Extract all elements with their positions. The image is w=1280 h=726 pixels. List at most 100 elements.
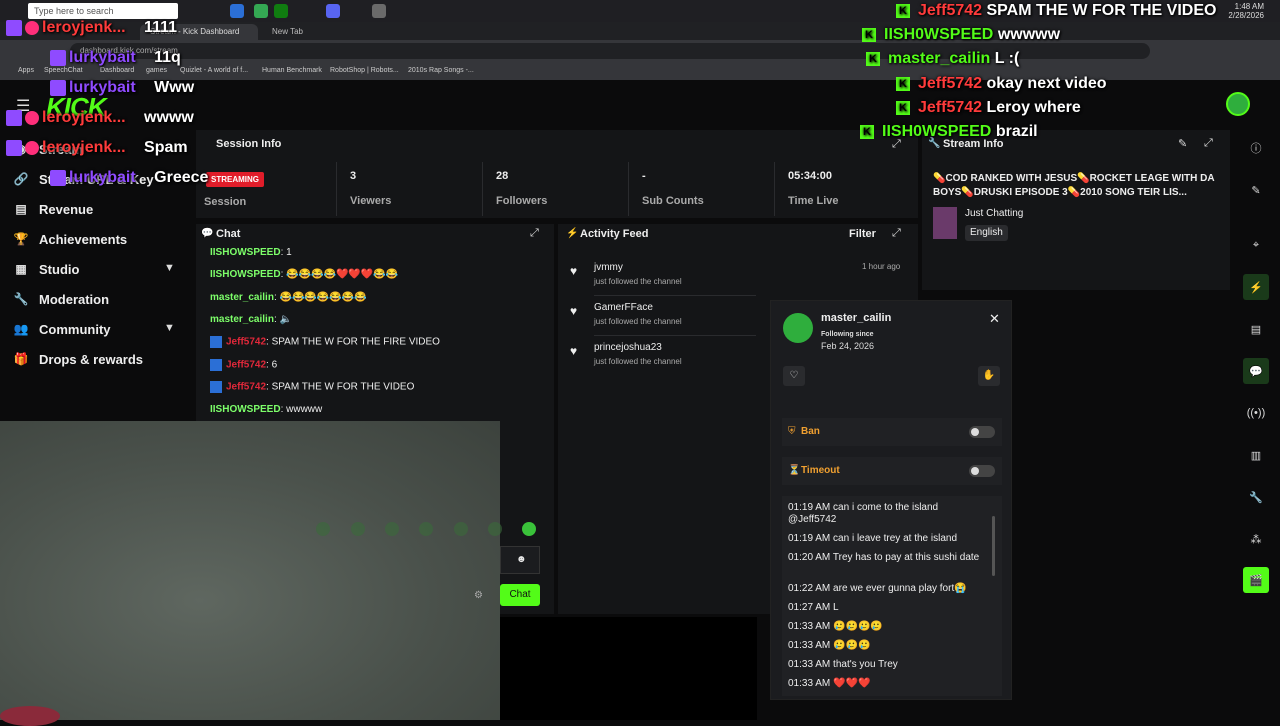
badge-icon (210, 381, 222, 393)
chat-send-button[interactable]: Chat (500, 584, 540, 606)
chat-input[interactable]: ☻ (500, 546, 540, 574)
category-thumbnail[interactable] (933, 207, 957, 239)
timeout-row: ⏳ Timeout (782, 457, 1002, 485)
overlay-message: K Jeff5742 Leroy where (896, 99, 1081, 117)
taskbar-search-input[interactable]: Type here to search (28, 3, 178, 19)
chat-message: IISHOWSPEED: 😂😂😂😂❤️❤️❤️😂😂 (210, 269, 398, 280)
bookmark-item[interactable]: games (146, 67, 167, 74)
chevron-down-icon[interactable]: ▼ (164, 262, 175, 274)
discord-icon[interactable] (326, 4, 340, 18)
history-text: that's you Trey (833, 659, 898, 670)
bookmark-item[interactable]: RobotShop | Robots... (330, 67, 399, 74)
sidebar-item-drops[interactable]: 🎁 Drops & rewards (14, 349, 144, 369)
people-icon: 👥 (13, 322, 29, 336)
history-text: can i leave trey at the island (833, 533, 958, 544)
wrench-icon[interactable]: 🔧 (1243, 484, 1269, 510)
language-tag: English (965, 225, 1008, 241)
lightning-icon[interactable]: ⚡ (1243, 274, 1269, 300)
history-message: 01:22 AM are we ever gunna play fort😭 (788, 583, 988, 595)
chrome-icon[interactable] (254, 4, 268, 18)
overlay-text: SPAM THE W FOR THE VIDEO (986, 2, 1217, 19)
stat-followers: 28 Followers (496, 170, 547, 207)
bookmark-item[interactable]: Apps (18, 67, 34, 74)
chat-username[interactable]: Jeff5742 (226, 382, 266, 393)
chat-message: IISHOWSPEED: wwwww (210, 404, 322, 415)
chat-message: master_cailin: 🔈 (210, 314, 292, 325)
twitch-icon (6, 109, 22, 126)
chat-username[interactable]: IISHOWSPEED (210, 247, 281, 258)
emote-icon (316, 522, 330, 536)
sidebar-item-community[interactable]: 👥 Community (14, 319, 111, 339)
clapperboard-icon[interactable]: 🎬 (1243, 567, 1269, 593)
share-icon[interactable]: ⁂ (1243, 526, 1269, 552)
chat-bubble-icon[interactable]: 💬 (1243, 358, 1269, 384)
emoji-icon[interactable]: ☻ (516, 554, 527, 565)
edit-icon[interactable]: ✎ (1178, 137, 1187, 150)
history-time: 01:20 AM (788, 552, 831, 563)
scrollbar[interactable] (992, 516, 995, 576)
close-icon[interactable]: ✕ (989, 311, 1000, 327)
bookmark-item[interactable]: Dashboard (100, 67, 134, 74)
printer-icon[interactable]: ▥ (1243, 442, 1269, 468)
overlay-username: IISH0WSPEED (884, 26, 994, 43)
feed-username[interactable]: GamerFFace (594, 302, 653, 313)
sidebar-item-achievements[interactable]: 🏆 Achievements (14, 229, 128, 249)
chat-username[interactable]: Jeff5742 (226, 360, 266, 371)
ban-toggle[interactable] (969, 426, 995, 438)
overlay-message: leroyjenk... 1111 (6, 19, 177, 37)
tab-new[interactable]: New Tab (262, 24, 372, 40)
stat-time-live: 05:34:00 Time Live (788, 170, 839, 207)
wrench-icon: 🔧 (13, 292, 29, 306)
follow-heart-button[interactable]: ♡ (783, 366, 805, 386)
gift-sub-button[interactable]: ✋ (978, 366, 1000, 386)
overlay-username: Jeff5742 (918, 99, 983, 116)
expand-icon[interactable]: ⤢ (892, 227, 901, 240)
expand-icon[interactable]: ⤢ (1204, 137, 1213, 150)
hourglass-icon: ⏳ (788, 465, 801, 476)
bookmark-item[interactable]: 2010s Rap Songs -... (408, 67, 474, 74)
chat-message: Jeff5742: SPAM THE W FOR THE VIDEO (210, 381, 414, 393)
history-text: 🥲🥲🥲 (833, 640, 871, 651)
chat-username[interactable]: master_cailin (210, 292, 274, 303)
xbox-icon[interactable] (274, 4, 288, 18)
timeout-toggle[interactable] (969, 465, 995, 477)
overlay-username: leroyjenk... (42, 19, 126, 36)
feed-username[interactable]: princejoshua23 (594, 342, 662, 353)
overlay-message: lurkybait Greece (50, 169, 208, 187)
history-message: 01:33 AM that's you Trey (788, 659, 988, 671)
category-name[interactable]: Just Chatting (965, 208, 1023, 219)
bookmark-item[interactable]: Human Benchmark (262, 67, 322, 74)
app-icon[interactable] (372, 4, 386, 18)
feed-username[interactable]: jvmmy (594, 262, 623, 273)
timeout-label: Timeout (801, 465, 840, 476)
overlay-message: lurkybait Www (50, 79, 194, 97)
chat-username[interactable]: IISHOWSPEED (210, 404, 281, 415)
divider (594, 335, 756, 336)
sidebar-item-studio[interactable]: ▦ Studio (14, 259, 79, 279)
document-icon[interactable]: ▤ (1243, 316, 1269, 342)
chat-username[interactable]: master_cailin (210, 314, 274, 325)
pencil-icon[interactable]: ✎ (1243, 177, 1269, 203)
bookmark-item[interactable]: SpeechChat (44, 67, 83, 74)
folder-icon[interactable] (230, 4, 244, 18)
divider (594, 295, 756, 296)
broadcast-icon[interactable]: ((•)) (1243, 400, 1269, 426)
chevron-down-icon[interactable]: ▼ (164, 322, 175, 334)
sidebar-item-label: Moderation (39, 291, 110, 307)
kick-icon: K (866, 51, 880, 66)
target-icon[interactable]: ⌖ (1243, 232, 1269, 258)
kick-icon: K (896, 76, 910, 91)
info-icon[interactable]: ⓘ (1243, 135, 1269, 161)
history-message: 01:33 AM 🥲🥲🥲 (788, 640, 988, 652)
bookmark-item[interactable]: Quizlet - A world of f... (180, 67, 248, 74)
chat-username[interactable]: Jeff5742 (226, 337, 266, 348)
sidebar-item-moderation[interactable]: 🔧 Moderation (13, 289, 110, 309)
settings-icon[interactable]: ⚙ (474, 590, 483, 601)
history-time: 01:33 AM (788, 678, 831, 689)
filter-button[interactable]: Filter (849, 228, 876, 240)
sidebar-item-revenue[interactable]: ▤ Revenue (14, 199, 93, 219)
overlay-username: lurkybait (69, 169, 136, 186)
profile-avatar[interactable] (1226, 92, 1250, 116)
chat-username[interactable]: IISHOWSPEED (210, 269, 281, 280)
expand-icon[interactable]: ⤢ (530, 227, 539, 240)
